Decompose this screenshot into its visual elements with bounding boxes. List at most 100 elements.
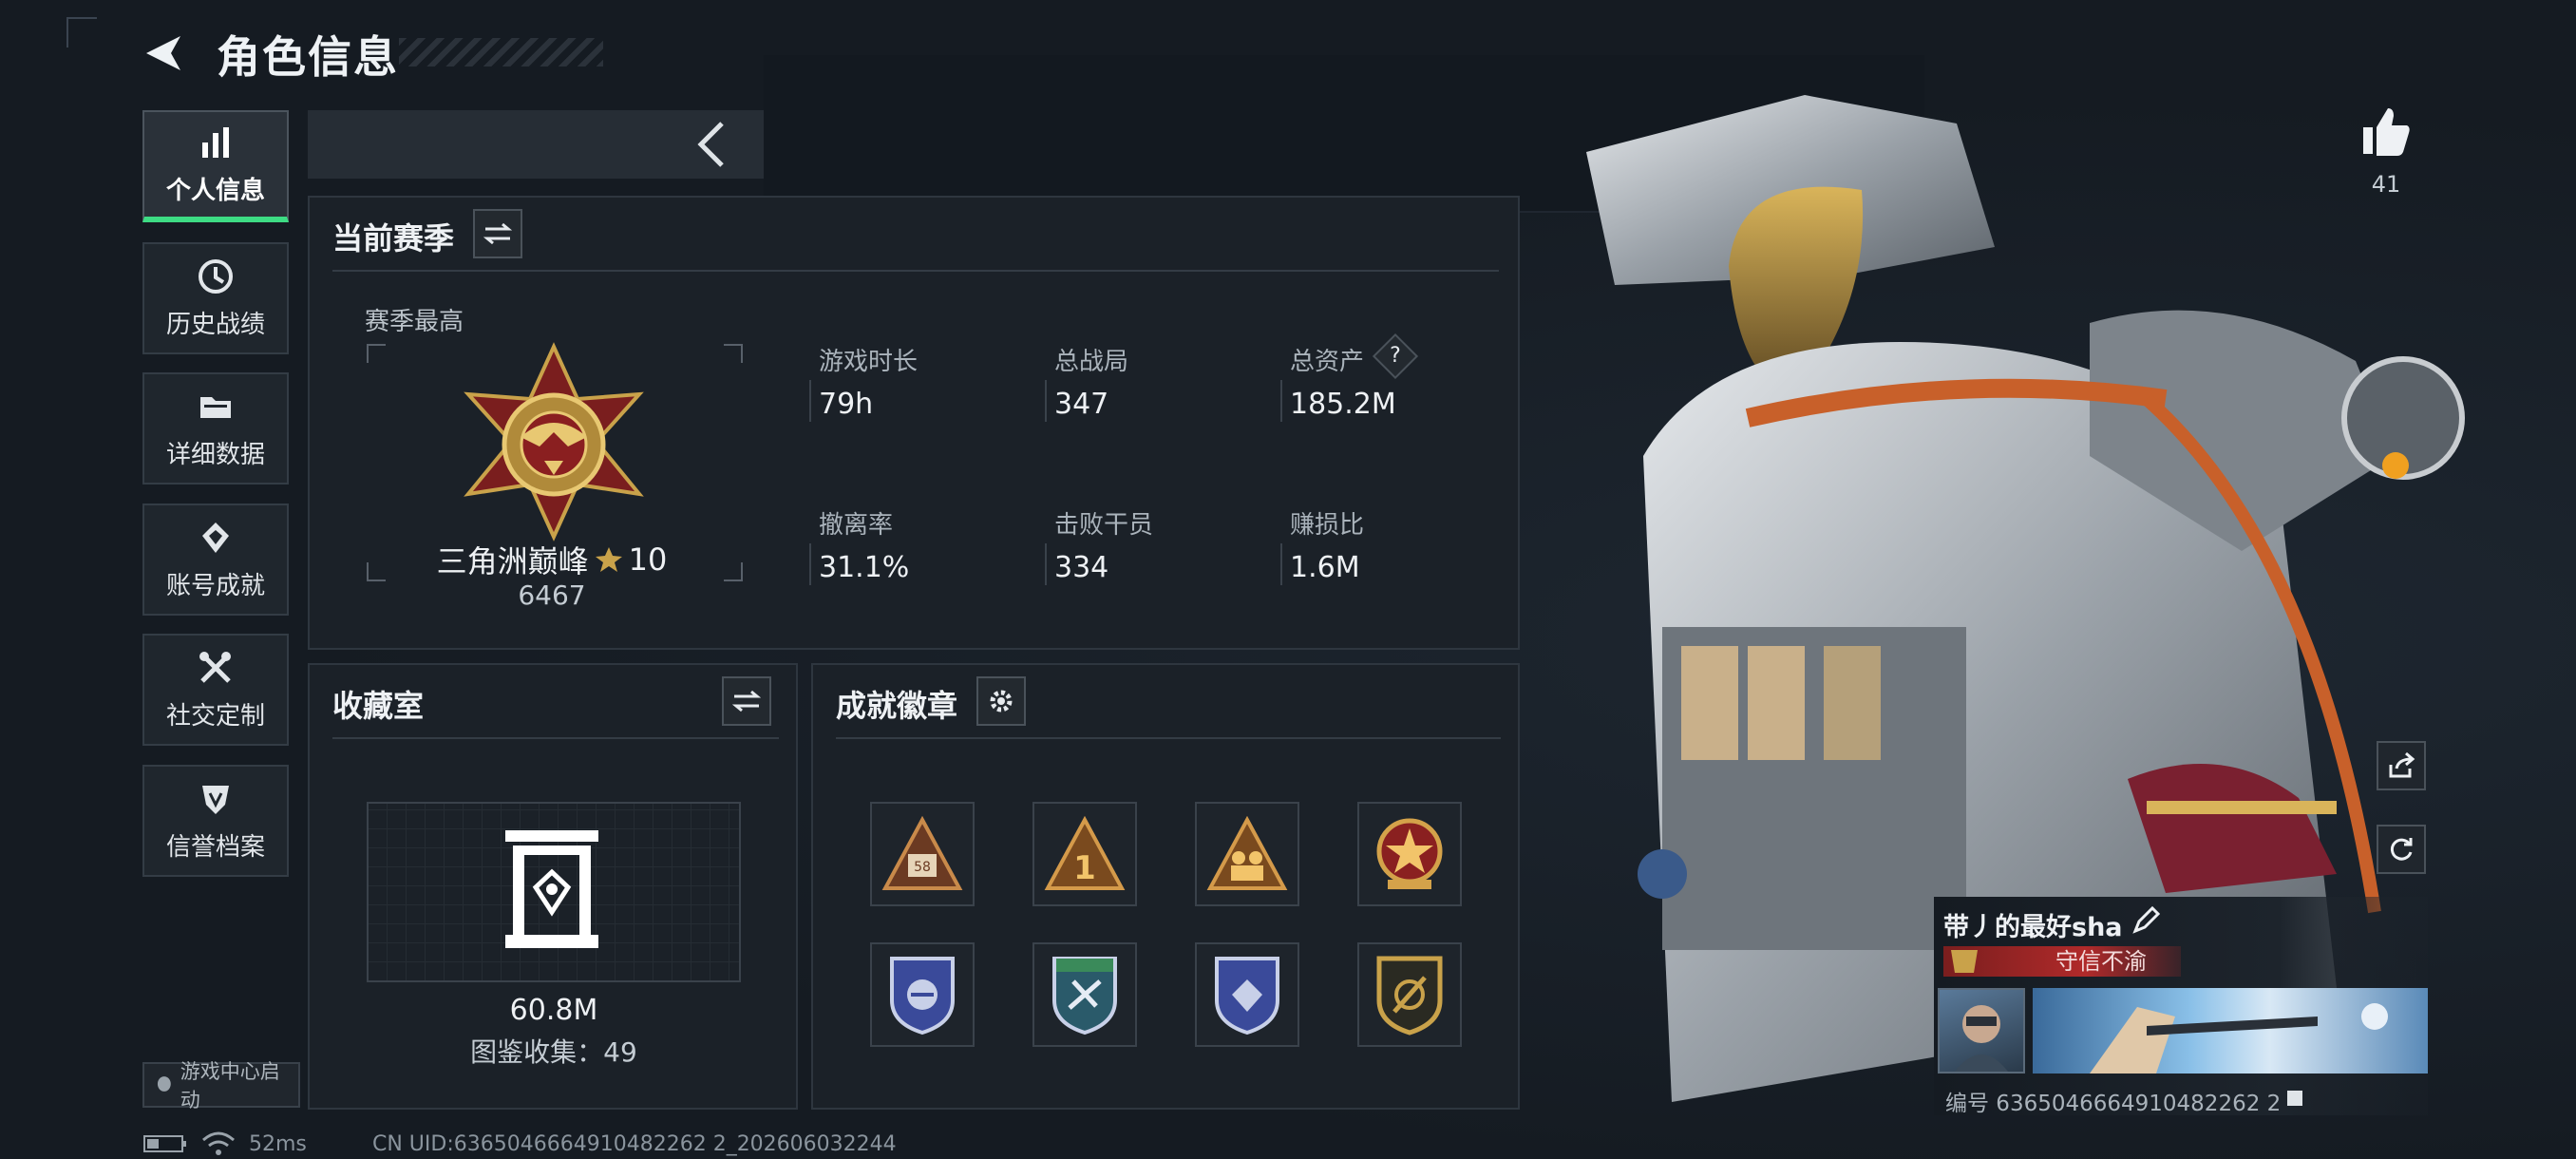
stat-separator xyxy=(809,543,811,585)
season-best-label: 赛季最高 xyxy=(365,308,464,336)
player-id: 编号 6365046664910482262 2 xyxy=(1945,1092,2282,1116)
sidebar-item-social-custom[interactable]: 社交定制 xyxy=(142,634,289,746)
triangle-squad-badge-icon xyxy=(1206,816,1288,890)
badge-star-emblem[interactable] xyxy=(1357,802,1462,906)
collection-count: 图鉴收集：49 xyxy=(470,1036,637,1068)
badge-gold-shield[interactable] xyxy=(1357,942,1462,1047)
badge-blue-shield-diamond[interactable] xyxy=(1195,942,1299,1047)
badge-green-shield[interactable] xyxy=(1032,942,1137,1047)
tools-icon xyxy=(199,651,231,683)
sidebar-item-label: 详细数据 xyxy=(165,440,265,469)
stat-label-operators-defeated: 击败干员 xyxy=(1054,511,1154,540)
gear-icon xyxy=(990,690,1013,712)
collapse-chevron-icon[interactable] xyxy=(693,120,731,169)
svg-text:58: 58 xyxy=(914,860,931,875)
name-card-artwork-icon xyxy=(2090,1003,2388,1074)
achievements-settings-button[interactable] xyxy=(976,676,1026,726)
rank-row: 三角洲巅峰 10 xyxy=(367,538,737,581)
triangle-1-badge-icon: 1 xyxy=(1044,816,1126,890)
stat-label-total-matches: 总战局 xyxy=(1054,348,1129,376)
frame-corner xyxy=(724,344,743,363)
ping-value: 52ms xyxy=(249,1132,307,1156)
season-divider xyxy=(332,270,1499,272)
rank-stars: 10 xyxy=(628,542,668,578)
qq-icon xyxy=(157,1076,171,1092)
vault-icon xyxy=(505,830,598,948)
blue-shield-badge-icon xyxy=(890,957,955,1036)
collection-title: 收藏室 xyxy=(332,688,425,724)
stat-label-total-assets: 总资产 xyxy=(1290,348,1365,376)
stat-value-play-time: 79h xyxy=(819,388,874,421)
player-avatar[interactable] xyxy=(1938,988,2025,1074)
sidebar-item-account-achievements[interactable]: 账号成就 xyxy=(142,504,289,616)
stat-label-extraction-rate: 撤离率 xyxy=(819,511,894,540)
title-decoration xyxy=(399,38,603,66)
refresh-icon xyxy=(2390,838,2413,861)
sidebar-item-history[interactable]: 历史战绩 xyxy=(142,242,289,354)
swap-icon xyxy=(732,690,761,712)
stat-label-play-time: 游戏时长 xyxy=(819,348,919,376)
clock-icon xyxy=(199,258,233,294)
battery-icon xyxy=(143,1135,186,1152)
season-switch-button[interactable] xyxy=(473,209,522,258)
rank-name: 三角洲巅峰 xyxy=(436,543,589,580)
gold-shield-badge-icon xyxy=(1376,956,1443,1036)
svg-text:1: 1 xyxy=(1073,849,1096,887)
stat-label-profit-ratio: 赚损比 xyxy=(1290,511,1365,540)
badge-triangle-58[interactable]: 58 xyxy=(870,802,975,906)
wifi-icon xyxy=(202,1131,235,1155)
sidebar-item-personal-info[interactable]: 个人信息 xyxy=(142,110,289,222)
likes-count: 41 xyxy=(2371,171,2401,198)
share-button[interactable] xyxy=(2377,741,2426,790)
collection-value: 60.8M xyxy=(509,994,598,1027)
sidebar-item-label: 信誉档案 xyxy=(165,832,265,862)
stat-value-total-assets: 185.2M xyxy=(1290,388,1396,421)
sidebar-item-detailed-data[interactable]: 详细数据 xyxy=(142,372,289,484)
stat-value-total-matches: 347 xyxy=(1054,388,1109,421)
sidebar-item-label: 个人信息 xyxy=(165,176,265,205)
badge-triangle-1[interactable]: 1 xyxy=(1032,802,1137,906)
sidebar-item-credit-record[interactable]: 信誉档案 xyxy=(142,765,289,877)
stat-value-extraction-rate: 31.1% xyxy=(819,551,910,584)
help-icon: ? xyxy=(1390,344,1401,368)
edit-name-icon[interactable] xyxy=(2131,906,2160,935)
player-tag: 守信不渝 xyxy=(2055,948,2147,975)
stat-separator xyxy=(1280,380,1282,422)
achievements-title: 成就徽章 xyxy=(836,688,958,724)
green-shield-badge-icon xyxy=(1052,957,1117,1036)
swap-icon xyxy=(483,222,512,245)
collection-switch-button[interactable] xyxy=(722,676,771,726)
copy-id-icon[interactable] xyxy=(2283,1087,2306,1110)
badge-blue-shield[interactable] xyxy=(870,942,975,1047)
tag-emblem-icon xyxy=(1951,950,1978,973)
stat-value-profit-ratio: 1.6M xyxy=(1290,551,1360,584)
bar-chart-icon xyxy=(202,126,229,158)
rank-emblem-icon xyxy=(464,342,644,542)
achievements-divider xyxy=(836,737,1501,739)
game-center-launch-button[interactable]: 游戏中心启动 xyxy=(142,1060,300,1112)
player-name: 带丿的最好sha xyxy=(1943,913,2123,942)
sidebar-item-label: 社交定制 xyxy=(165,701,265,731)
stat-value-operators-defeated: 334 xyxy=(1054,551,1109,584)
badge-triangle-squad[interactable] xyxy=(1195,802,1299,906)
game-center-launch-label: 游戏中心启动 xyxy=(180,1060,280,1112)
folder-icon xyxy=(200,396,231,418)
player-name-card-image[interactable] xyxy=(2033,988,2428,1074)
share-icon xyxy=(2389,751,2415,778)
badge-icon xyxy=(202,522,229,553)
season-title: 当前赛季 xyxy=(332,220,455,256)
star-icon xyxy=(595,547,622,572)
back-arrow-icon[interactable] xyxy=(142,32,184,74)
sidebar-item-label: 账号成就 xyxy=(165,571,265,600)
thumbs-up-icon[interactable] xyxy=(2359,104,2413,158)
stat-separator xyxy=(1280,543,1282,585)
collection-divider xyxy=(332,737,779,739)
star-emblem-badge-icon xyxy=(1376,818,1443,889)
frame-corner xyxy=(367,344,386,363)
stat-separator xyxy=(1045,380,1047,422)
account-uid: CN UID:6365046664910482262 2_20260603224… xyxy=(372,1132,897,1156)
stat-separator xyxy=(809,380,811,422)
top-left-bracket xyxy=(66,17,97,48)
stat-separator xyxy=(1045,543,1047,585)
refresh-button[interactable] xyxy=(2377,825,2426,874)
